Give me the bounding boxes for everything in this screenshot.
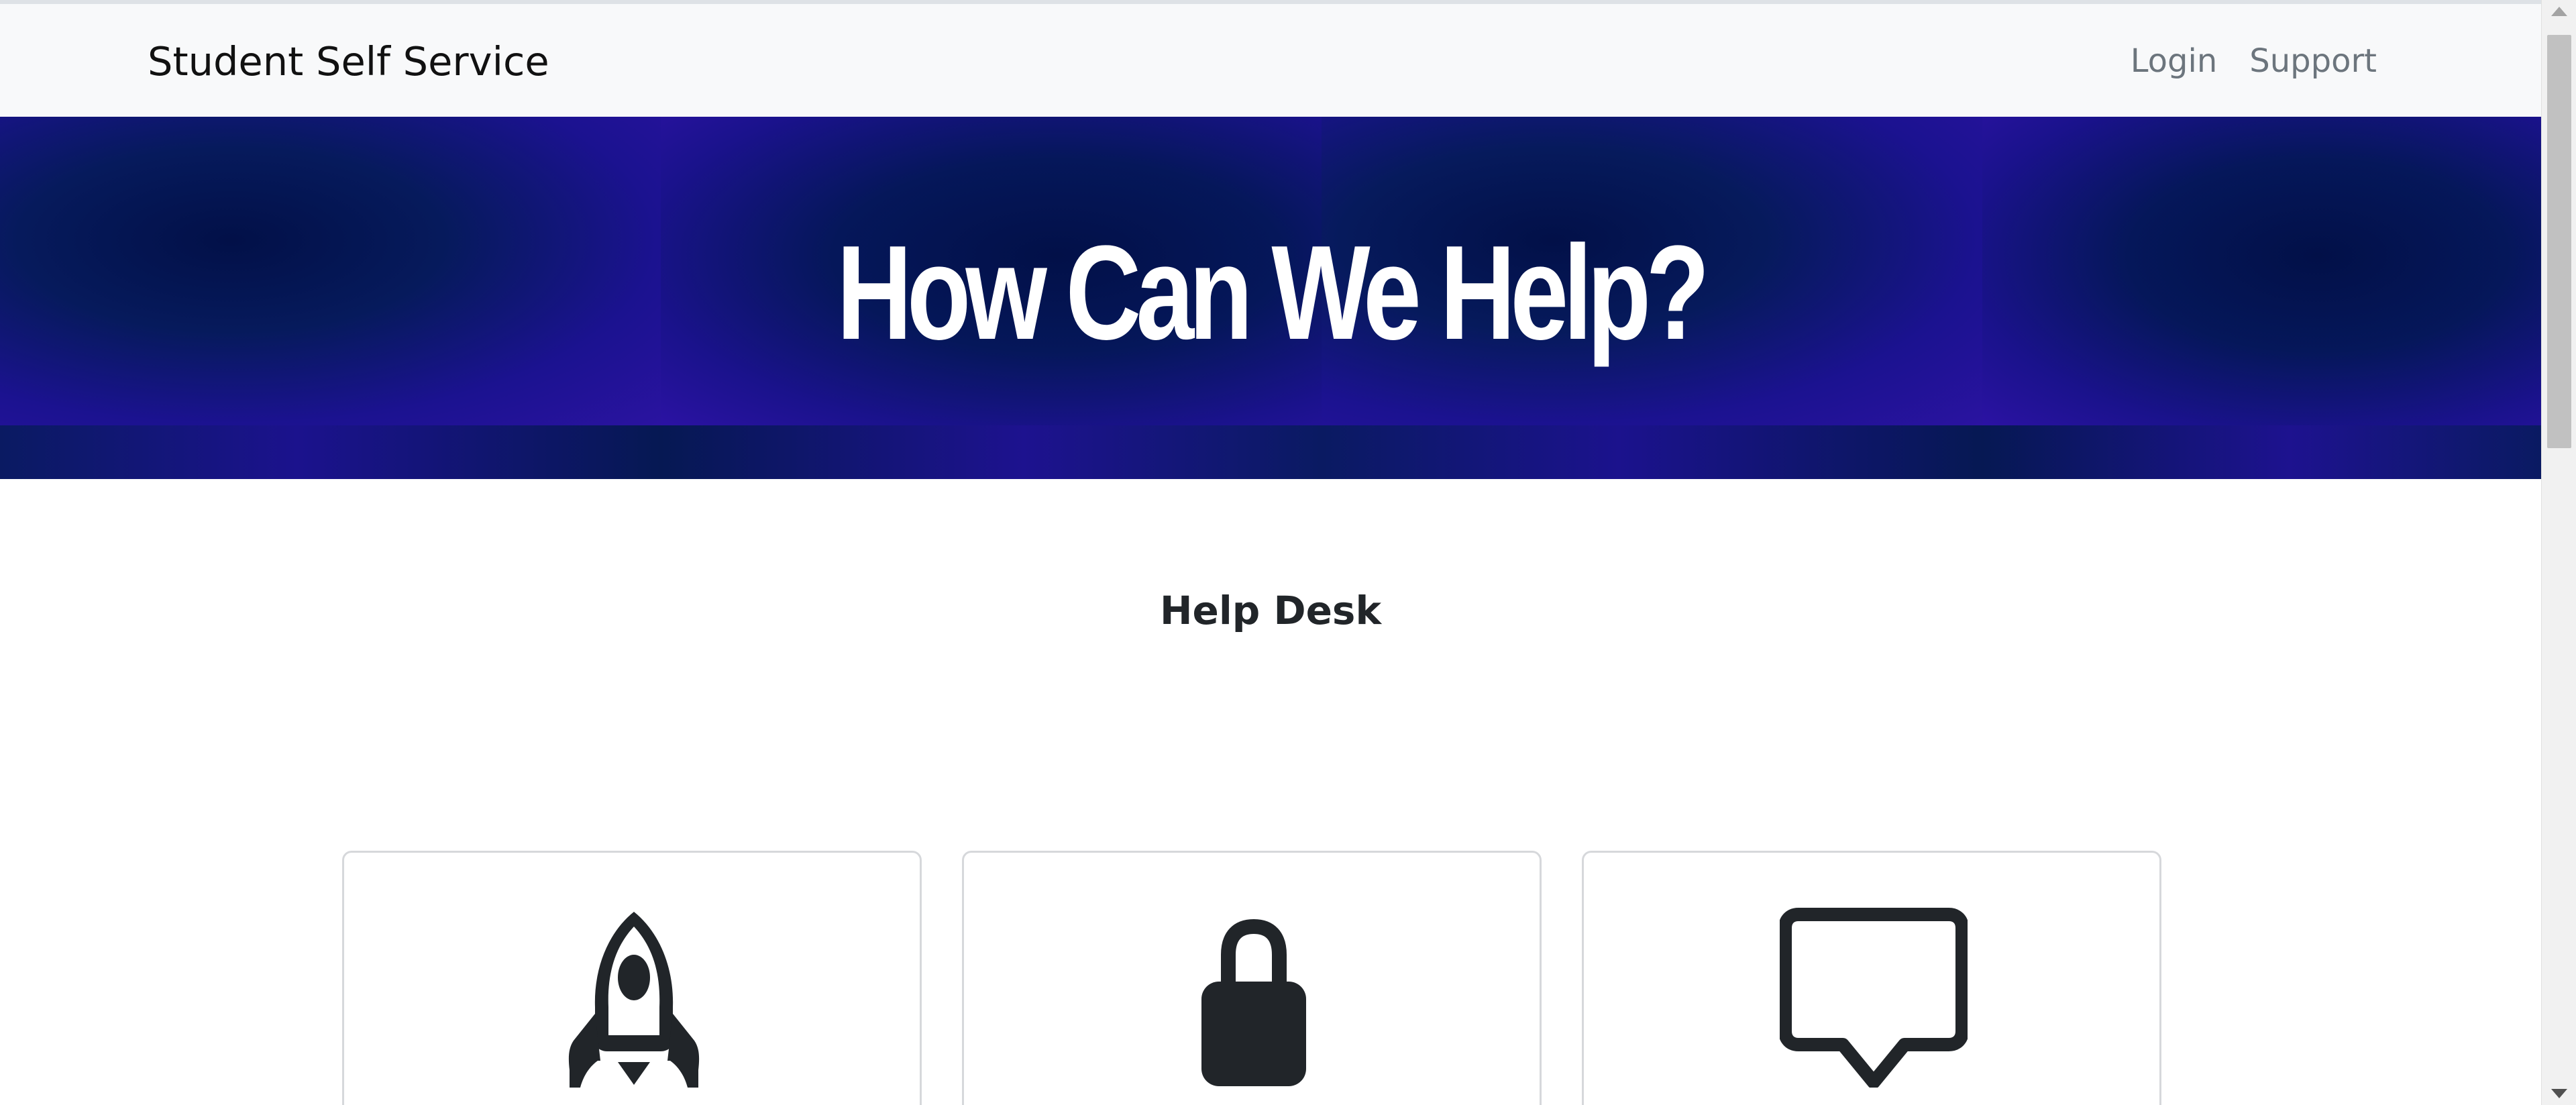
- nav-links: Login Support: [2131, 39, 2377, 83]
- help-desk-heading: Help Desk: [1159, 588, 1382, 633]
- nav-login-link[interactable]: Login: [2131, 39, 2218, 83]
- hero-background-strip: [1982, 425, 2541, 479]
- rocket-icon: [568, 912, 700, 1088]
- lock-icon: [1201, 918, 1306, 1086]
- hero-background-strip: [1322, 425, 1982, 479]
- nav-support-link[interactable]: Support: [2249, 39, 2377, 83]
- hero-background-strip: [0, 425, 661, 479]
- scroll-up-arrow-icon[interactable]: [2551, 7, 2567, 16]
- page: Student Self Service Login Support How C…: [0, 0, 2541, 1105]
- help-card-rocket[interactable]: [342, 851, 922, 1105]
- navbar: Student Self Service Login Support: [0, 4, 2541, 117]
- help-card-lock[interactable]: [962, 851, 1542, 1105]
- help-card-chat[interactable]: [1582, 851, 2161, 1105]
- hero-banner: How Can We Help?: [0, 117, 2541, 479]
- hero-background-strip: [661, 425, 1322, 479]
- scroll-down-arrow-icon[interactable]: [2551, 1089, 2567, 1098]
- hero-title: How Can We Help?: [837, 218, 1710, 368]
- chat-bubble-icon: [1780, 908, 1968, 1088]
- brand-link[interactable]: Student Self Service: [148, 35, 549, 89]
- scrollbar-thumb[interactable]: [2547, 35, 2571, 448]
- vertical-scrollbar[interactable]: [2541, 0, 2576, 1105]
